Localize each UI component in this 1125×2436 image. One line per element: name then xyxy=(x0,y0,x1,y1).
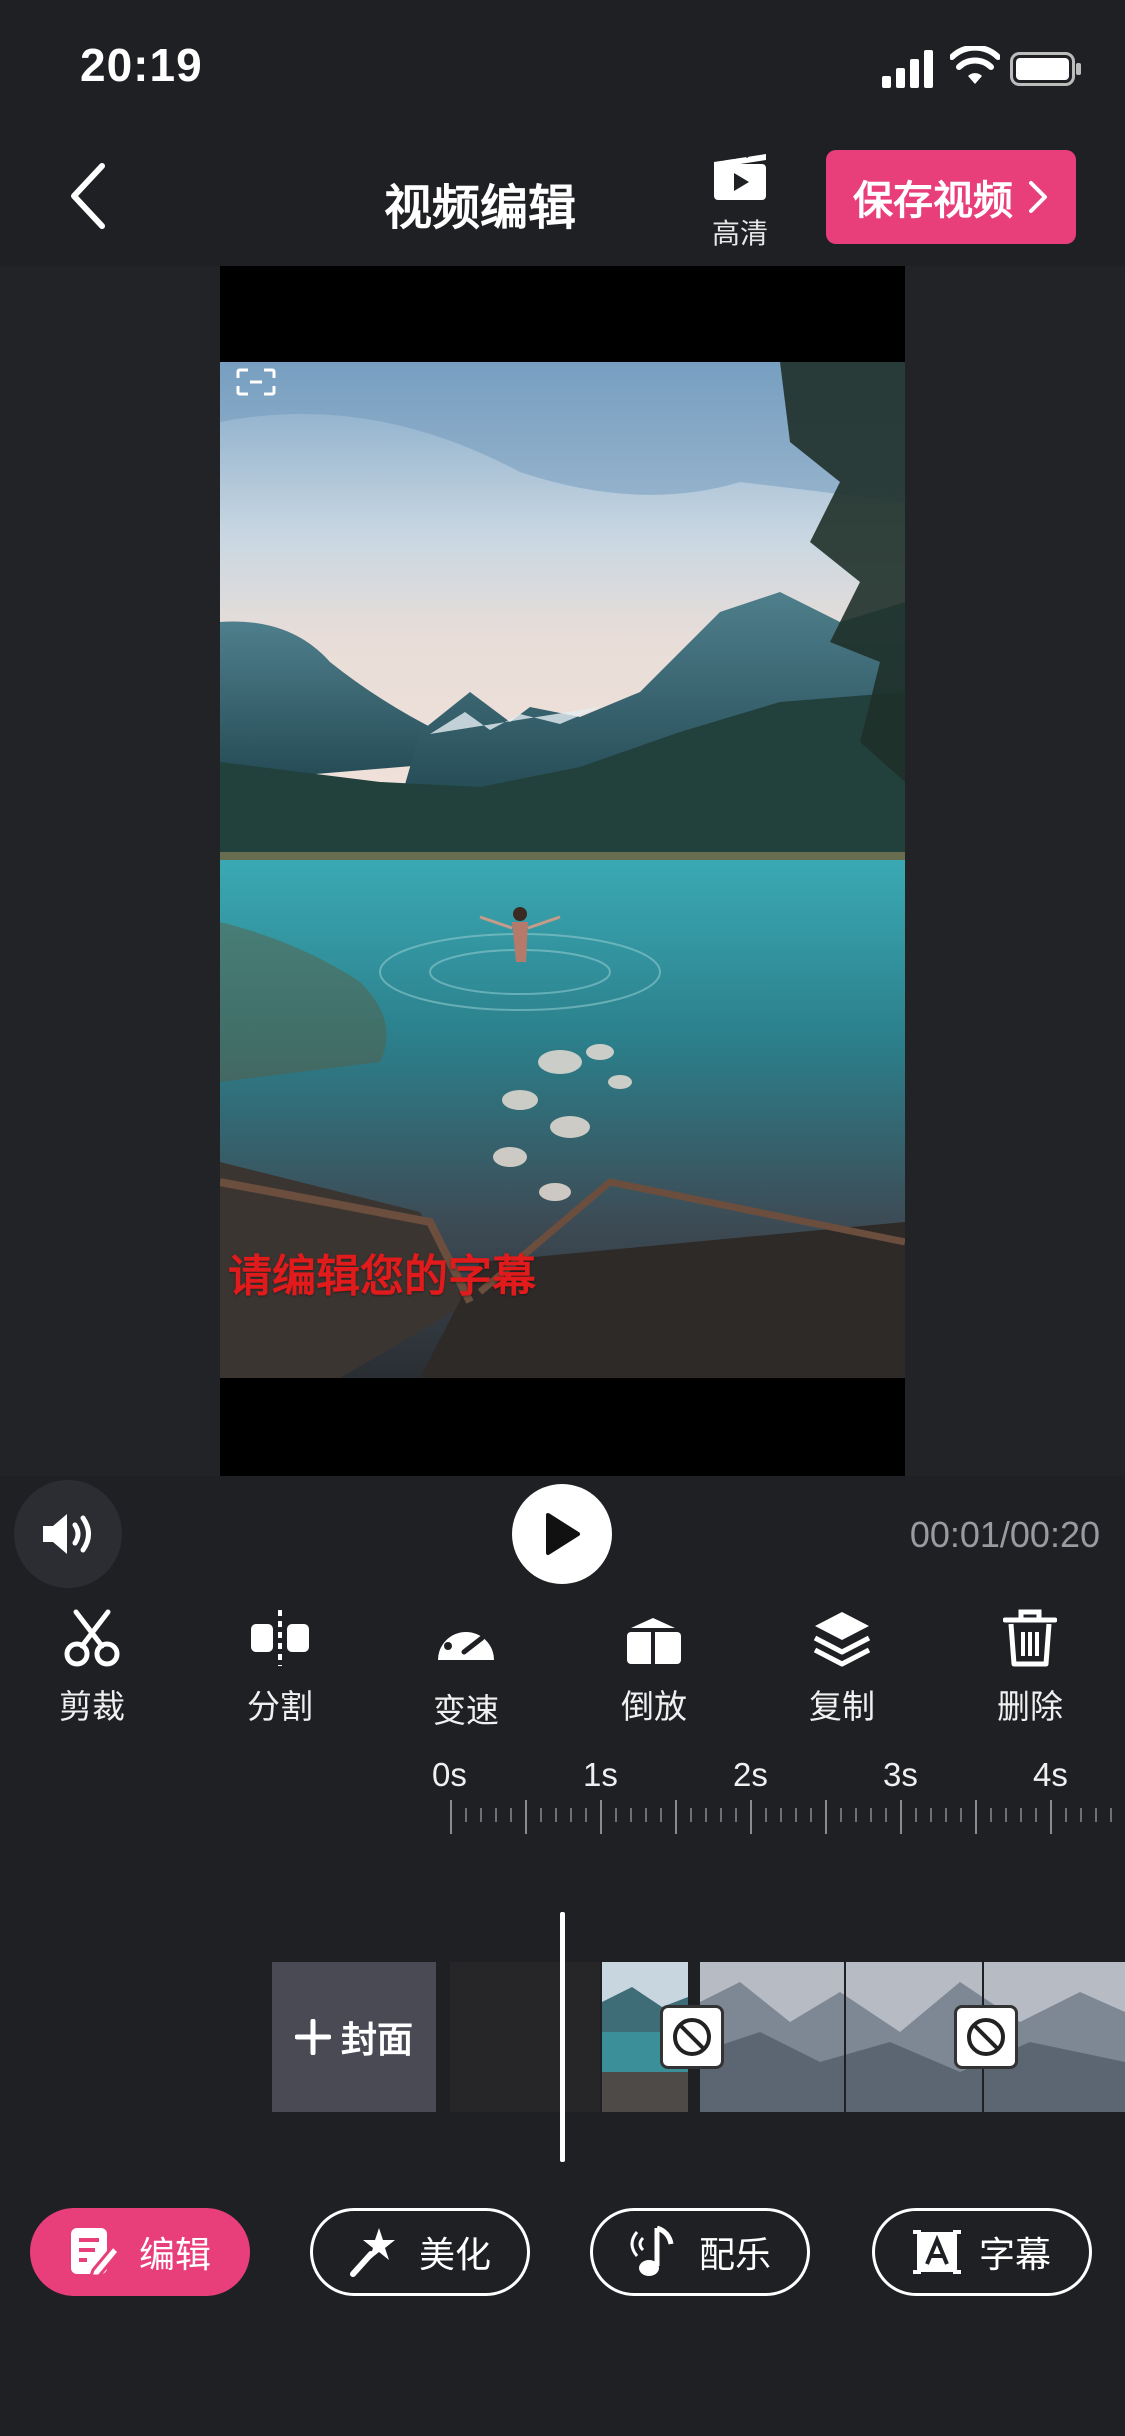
ruler-tick-label: 4s xyxy=(1033,1756,1068,1793)
wifi-icon xyxy=(950,46,1000,84)
hd-quality-button[interactable]: 高清 xyxy=(690,150,790,250)
tab-edit[interactable]: 编辑 xyxy=(30,2208,250,2296)
timeline-playhead[interactable] xyxy=(560,1912,565,2162)
chevron-right-icon xyxy=(1029,181,1047,213)
fullscreen-icon[interactable] xyxy=(236,368,276,396)
tab-label: 配乐 xyxy=(698,2234,771,2275)
ruler-tick-label: 3s xyxy=(883,1756,918,1793)
reverse-icon xyxy=(627,1618,681,1664)
trash-icon xyxy=(1003,1609,1057,1667)
page-title: 视频编辑 xyxy=(383,182,576,235)
video-preview-image[interactable] xyxy=(220,362,905,1378)
ruler-tick-label: 0s xyxy=(432,1756,467,1793)
hd-label: 高清 xyxy=(711,218,768,249)
tool-crop[interactable]: 剪裁 xyxy=(22,1608,162,1728)
status-time: 20:19 xyxy=(80,39,203,91)
tool-reverse[interactable]: 倒放 xyxy=(584,1608,724,1728)
time-ruler[interactable] xyxy=(450,1800,1125,1836)
save-video-button[interactable]: 保存视频 xyxy=(826,150,1076,244)
cover-label: 封面 xyxy=(340,2019,413,2060)
tool-delete[interactable]: 删除 xyxy=(960,1608,1100,1728)
clapperboard-icon xyxy=(714,150,766,200)
subtitle-text-icon xyxy=(912,2230,961,2274)
tab-label: 编辑 xyxy=(138,2234,211,2275)
timeline-clip-mountains[interactable] xyxy=(700,1962,1125,2112)
tab-beautify[interactable]: 美化 xyxy=(310,2208,530,2296)
tool-label: 变速 xyxy=(433,1692,499,1729)
transition-none-button[interactable] xyxy=(954,2005,1018,2069)
plus-icon xyxy=(294,2019,331,2055)
magic-wand-icon xyxy=(349,2228,395,2277)
play-button[interactable] xyxy=(512,1484,612,1584)
ruler-tick-label: 2s xyxy=(733,1756,768,1793)
tab-subtitles[interactable]: 字幕 xyxy=(872,2208,1092,2296)
tool-label: 复制 xyxy=(809,1688,875,1725)
tool-speed[interactable]: 变速 xyxy=(396,1608,536,1732)
video-subtitle[interactable]: 请编辑您的字幕 xyxy=(228,1240,536,1304)
play-icon xyxy=(546,1513,580,1555)
tool-label: 倒放 xyxy=(621,1688,687,1725)
tab-label: 美化 xyxy=(418,2234,491,2275)
tool-label: 删除 xyxy=(997,1688,1063,1725)
speaker-icon xyxy=(43,1514,91,1554)
split-icon xyxy=(251,1610,309,1666)
tool-label: 分割 xyxy=(247,1688,313,1725)
tool-copy[interactable]: 复制 xyxy=(772,1608,912,1728)
scissors-icon xyxy=(64,1609,120,1667)
prohibited-icon xyxy=(673,2018,711,2056)
music-note-icon xyxy=(630,2225,674,2276)
timeline-clip-dark[interactable] xyxy=(450,1962,600,2112)
volume-button[interactable] xyxy=(14,1480,122,1588)
save-video-label: 保存视频 xyxy=(853,179,1013,223)
speed-gauge-icon xyxy=(438,1619,494,1660)
prohibited-icon xyxy=(967,2018,1005,2056)
tab-label: 字幕 xyxy=(978,2234,1051,2275)
cellular-signal-icon xyxy=(882,50,933,88)
tool-label: 剪裁 xyxy=(59,1688,125,1725)
transition-none-button[interactable] xyxy=(660,2005,724,2069)
tool-split[interactable]: 分割 xyxy=(210,1608,350,1728)
ruler-tick-label: 1s xyxy=(583,1756,618,1793)
battery-icon xyxy=(1010,52,1081,86)
layers-copy-icon xyxy=(813,1612,871,1667)
add-cover-button[interactable]: 封面 xyxy=(272,1962,436,2112)
edit-note-icon xyxy=(70,2228,121,2278)
tab-music[interactable]: 配乐 xyxy=(590,2208,810,2296)
playback-time: 00:01/00:20 xyxy=(909,1514,1100,1555)
